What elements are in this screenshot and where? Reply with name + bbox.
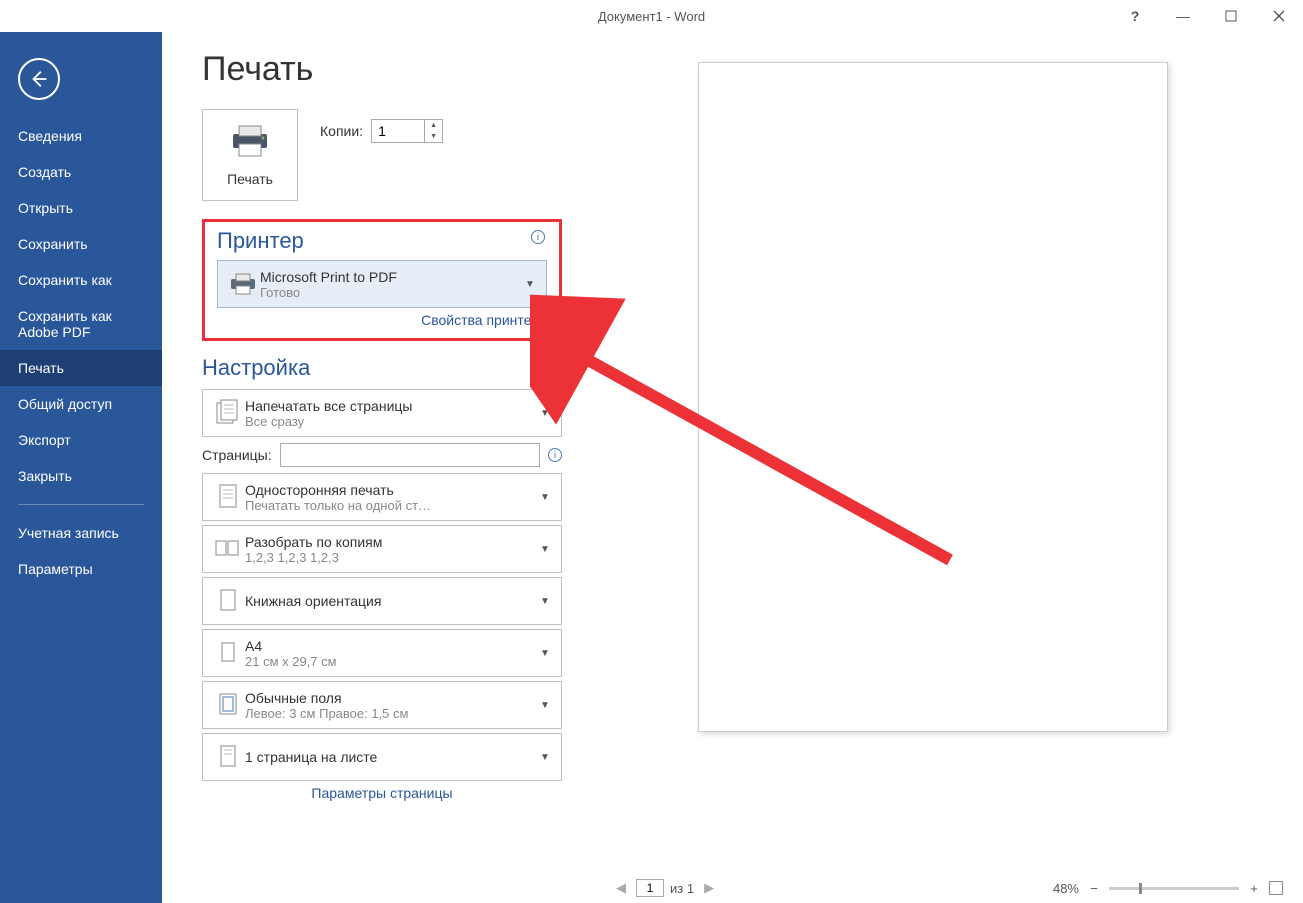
- nav-new[interactable]: Создать: [0, 154, 162, 190]
- help-button[interactable]: ?: [1111, 0, 1159, 32]
- page-count-label: из 1: [670, 881, 694, 896]
- nav-separator: [18, 504, 144, 505]
- print-button-label: Печать: [227, 171, 273, 187]
- pages-info-icon[interactable]: i: [548, 448, 562, 462]
- zoom-slider[interactable]: [1109, 887, 1239, 890]
- copies-down-icon[interactable]: ▼: [425, 131, 442, 142]
- paper-size-dropdown[interactable]: A4 21 см x 29,7 см ▼: [202, 629, 562, 677]
- minimize-button[interactable]: —: [1159, 0, 1207, 32]
- chevron-down-icon: ▼: [537, 752, 553, 763]
- nav-save-as[interactable]: Сохранить как: [0, 262, 162, 298]
- printer-section-title: Принтер: [217, 228, 547, 254]
- nav-options[interactable]: Параметры: [0, 551, 162, 587]
- margins-icon: [211, 688, 245, 722]
- print-preview-column: [562, 50, 1303, 903]
- chevron-down-icon: ▼: [522, 279, 538, 290]
- orientation-portrait-icon: [211, 584, 245, 618]
- settings-section-title: Настройка: [202, 355, 562, 381]
- zoom-in-button[interactable]: +: [1247, 881, 1261, 896]
- nav-info[interactable]: Сведения: [0, 118, 162, 154]
- nav-share[interactable]: Общий доступ: [0, 386, 162, 422]
- printer-device-icon: [226, 267, 260, 301]
- pages-label: Страницы:: [202, 447, 272, 463]
- preview-page: [698, 62, 1168, 732]
- copies-spinner[interactable]: ▲ ▼: [371, 119, 443, 143]
- printer-properties-link[interactable]: Свойства принтера: [217, 312, 547, 328]
- pages-icon: [211, 396, 245, 430]
- nav-save[interactable]: Сохранить: [0, 226, 162, 262]
- chevron-down-icon: ▼: [537, 544, 553, 555]
- copies-label: Копии:: [320, 123, 363, 139]
- chevron-down-icon: ▼: [537, 492, 553, 503]
- nav-account[interactable]: Учетная запись: [0, 515, 162, 551]
- maximize-button[interactable]: [1207, 0, 1255, 32]
- page-single-icon: [211, 480, 245, 514]
- chevron-down-icon: ▼: [537, 408, 553, 419]
- orientation-dropdown[interactable]: Книжная ориентация ▼: [202, 577, 562, 625]
- backstage-sidebar: Сведения Создать Открыть Сохранить Сохра…: [0, 32, 162, 903]
- prev-page-button[interactable]: ◀: [612, 880, 630, 896]
- zoom-value: 48%: [1053, 881, 1079, 896]
- nav-print[interactable]: Печать: [0, 350, 162, 386]
- printer-icon: [229, 124, 271, 163]
- preview-footer: ◀ из 1 ▶ 48% − +: [162, 873, 1303, 903]
- page-setup-link[interactable]: Параметры страницы: [202, 785, 562, 801]
- current-page-input[interactable]: [636, 879, 664, 897]
- nav-save-as-adobe-pdf[interactable]: Сохранить как Adobe PDF: [0, 298, 162, 350]
- page-title: Печать: [202, 50, 562, 89]
- nav-export[interactable]: Экспорт: [0, 422, 162, 458]
- printer-section-highlight: Принтер i Microsoft Print to PDF Готово …: [202, 219, 562, 341]
- paper-icon: [211, 636, 245, 670]
- zoom-controls: 48% − +: [1053, 881, 1283, 896]
- collate-dropdown[interactable]: Разобрать по копиям 1,2,3 1,2,3 1,2,3 ▼: [202, 525, 562, 573]
- zoom-fit-button[interactable]: [1269, 881, 1283, 895]
- print-button[interactable]: Печать: [202, 109, 298, 201]
- printer-name: Microsoft Print to PDF: [260, 269, 522, 285]
- nav-open[interactable]: Открыть: [0, 190, 162, 226]
- margins-dropdown[interactable]: Обычные поля Левое: 3 см Правое: 1,5 см …: [202, 681, 562, 729]
- content-area: Печать Печать Копии:: [162, 32, 1303, 903]
- copies-input[interactable]: [372, 121, 424, 141]
- pages-per-sheet-dropdown[interactable]: 1 страница на листе ▼: [202, 733, 562, 781]
- page-navigator: ◀ из 1 ▶: [612, 879, 718, 897]
- titlebar: Документ1 - Word ? —: [0, 0, 1303, 32]
- back-button[interactable]: [18, 58, 60, 100]
- chevron-down-icon: ▼: [537, 648, 553, 659]
- zoom-out-button[interactable]: −: [1087, 881, 1101, 896]
- next-page-button[interactable]: ▶: [700, 880, 718, 896]
- one-sided-dropdown[interactable]: Односторонняя печать Печатать только на …: [202, 473, 562, 521]
- chevron-down-icon: ▼: [537, 596, 553, 607]
- nav-close[interactable]: Закрыть: [0, 458, 162, 494]
- print-settings-column: Печать Печать Копии:: [202, 50, 562, 903]
- collate-icon: [211, 532, 245, 566]
- close-button[interactable]: [1255, 0, 1303, 32]
- copies-up-icon[interactable]: ▲: [425, 120, 442, 131]
- print-range-dropdown[interactable]: Напечатать все страницы Все сразу ▼: [202, 389, 562, 437]
- printer-status: Готово: [260, 285, 522, 300]
- page-per-sheet-icon: [211, 740, 245, 774]
- window-title: Документ1 - Word: [598, 9, 705, 24]
- window-controls: ? —: [1111, 0, 1303, 32]
- chevron-down-icon: ▼: [537, 700, 553, 711]
- printer-info-icon[interactable]: i: [531, 230, 545, 244]
- printer-dropdown[interactable]: Microsoft Print to PDF Готово ▼: [217, 260, 547, 308]
- pages-input[interactable]: [280, 443, 540, 467]
